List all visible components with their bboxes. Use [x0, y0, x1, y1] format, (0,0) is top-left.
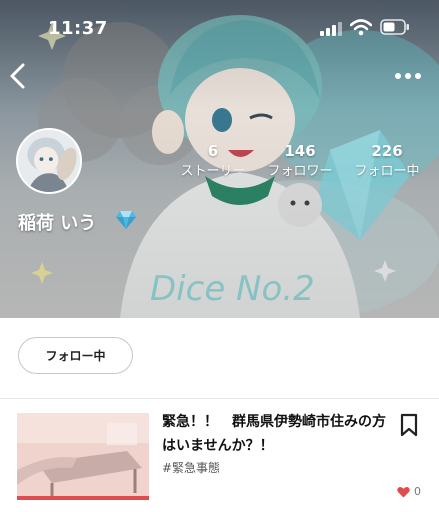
- stat-stories-count: 6: [207, 142, 219, 160]
- follow-button[interactable]: フォロー中: [18, 337, 133, 374]
- status-bar: 11:37: [0, 0, 439, 56]
- avatar-image: [18, 130, 80, 192]
- battery-icon: [380, 19, 409, 35]
- diamond-icon: [116, 211, 136, 229]
- wifi-icon: [350, 19, 372, 36]
- stat-followers-count: 146: [284, 142, 316, 160]
- back-chevron-icon[interactable]: [6, 62, 30, 90]
- stat-following-label: フォロー中: [354, 164, 420, 179]
- status-time: 11:37: [48, 18, 108, 39]
- section-divider: [0, 398, 439, 399]
- heart-icon: [397, 486, 410, 497]
- like-indicator[interactable]: 0: [397, 485, 421, 498]
- stat-followers-label: フォロワー: [267, 164, 333, 179]
- stat-stories[interactable]: 6 ストーリー: [172, 142, 254, 181]
- stat-stories-label: ストーリー: [180, 164, 246, 179]
- story-tag[interactable]: #緊急事態: [162, 459, 220, 476]
- story-thumbnail-image: [17, 413, 149, 500]
- stat-following[interactable]: 226 フォロー中: [345, 142, 429, 181]
- signal-icon: [320, 22, 342, 36]
- stat-followers[interactable]: 146 フォロワー: [260, 142, 340, 181]
- stat-following-count: 226: [371, 142, 403, 160]
- like-count: 0: [414, 485, 421, 498]
- avatar[interactable]: [16, 128, 82, 194]
- profile-name: 稲荷 いう: [18, 213, 97, 234]
- thumbnail-accent-bar: [17, 496, 149, 500]
- story-thumbnail[interactable]: [17, 413, 149, 500]
- more-dots-icon[interactable]: [394, 68, 422, 84]
- story-title[interactable]: 緊急！！ 群馬県伊勢崎市住みの方はいませんか？！: [162, 410, 390, 458]
- bookmark-icon[interactable]: [399, 413, 419, 437]
